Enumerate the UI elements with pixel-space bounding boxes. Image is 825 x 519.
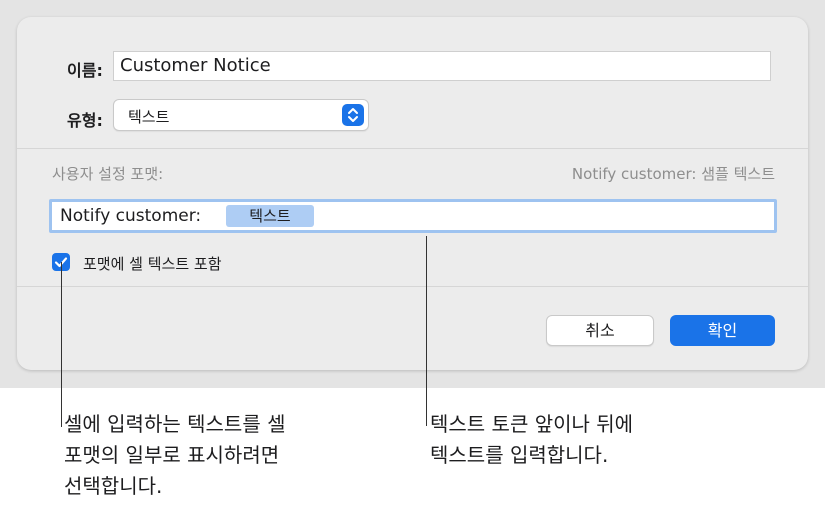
type-label: 유형:: [67, 111, 103, 130]
text-token[interactable]: 텍스트: [226, 205, 314, 227]
type-select[interactable]: 텍스트: [113, 99, 369, 131]
callout-line-right: [426, 236, 427, 426]
type-select-value: 텍스트: [128, 108, 170, 126]
sample-text: Notify customer: 샘플 텍스트: [571, 165, 775, 183]
chevron-up-down-icon: [342, 104, 364, 126]
divider: [17, 148, 808, 149]
cancel-button[interactable]: 취소: [546, 315, 654, 346]
callout-right-text: 텍스트 토큰 앞이나 뒤에 텍스트를 입력합니다.: [430, 412, 634, 467]
custom-format-label: 사용자 설정 포맷:: [52, 165, 164, 183]
name-label: 이름:: [67, 61, 103, 80]
custom-format-dialog: 이름: Customer Notice 유형: 텍스트 사용자 설정 포맷: N…: [17, 17, 808, 370]
callout-left-text: 셀에 입력하는 텍스트를 셀 포맷의 일부로 표시하려면 선택합니다.: [64, 412, 286, 498]
name-field[interactable]: Customer Notice: [113, 51, 771, 81]
ok-button[interactable]: 확인: [670, 315, 775, 346]
include-cell-text-label: 포맷에 셀 텍스트 포함: [83, 255, 222, 273]
format-prefix-text: Notify customer:: [60, 206, 202, 226]
format-field[interactable]: Notify customer: 텍스트: [49, 199, 777, 233]
divider: [17, 286, 808, 287]
callout-line-left: [61, 262, 62, 427]
